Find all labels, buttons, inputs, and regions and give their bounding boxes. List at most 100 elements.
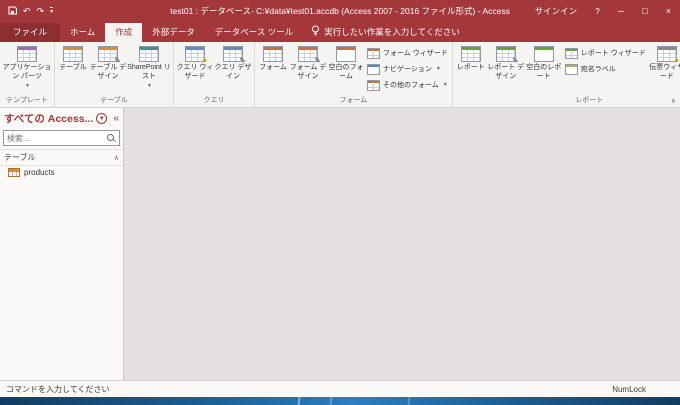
form-icon: [263, 46, 283, 62]
dropdown-icon: ▼: [435, 66, 441, 72]
search-input[interactable]: [7, 133, 106, 143]
button-label: レポート: [456, 64, 485, 71]
form-wizard-button[interactable]: フォーム ウィザード: [365, 46, 450, 60]
report-wizard-button[interactable]: レポート ウィザード: [563, 46, 648, 60]
button-label: 空白のレポート: [526, 64, 562, 80]
blank-form-button[interactable]: 空白のフォーム: [327, 43, 365, 94]
tab-external-data[interactable]: 外部データ: [142, 23, 205, 42]
ribbon-group-forms: フォーム ✎ フォーム デザイン 空白のフォーム フォーム ウィザード ナビゲー…: [255, 42, 453, 107]
ribbon-group-queries: ✦ クエリ ウィザード ✎ クエリ デザイン クエリ: [174, 42, 255, 107]
report-icon: [460, 46, 481, 62]
report-wizard-icon: [564, 47, 578, 59]
tab-create[interactable]: 作成: [105, 23, 143, 42]
maximize-button[interactable]: □: [633, 0, 656, 22]
sharepoint-lists-button[interactable]: SharePoint リスト ▼: [127, 43, 171, 94]
group-label: クエリ: [203, 97, 225, 104]
wizard-icon: ✦: [202, 58, 208, 65]
lightbulb-icon: [311, 25, 320, 38]
wallpaper-beam: [329, 397, 333, 405]
application-parts-button[interactable]: アプリケーション パーツ ▼: [2, 43, 52, 94]
tab-home[interactable]: ホーム: [60, 23, 105, 42]
table-design-button[interactable]: ✎ テーブル デザイン: [89, 43, 127, 94]
group-label: フォーム: [339, 97, 368, 104]
quick-access-toolbar: ↶ ↷ ▾: [0, 6, 61, 17]
sharepoint-lists-icon: [139, 46, 159, 62]
more-forms-icon: [367, 79, 380, 91]
report-design-icon: ✎: [495, 46, 519, 65]
form-design-button[interactable]: ✎ フォーム デザイン: [289, 43, 327, 94]
table-object-icon: [8, 168, 20, 177]
labels-icon: [564, 63, 578, 75]
pencil-icon: ✎: [114, 56, 121, 65]
tell-me-label: 実行したい作業を入力してください: [324, 26, 460, 37]
nav-section-tables[interactable]: テーブル ∧: [0, 149, 123, 166]
query-design-button[interactable]: ✎ クエリ デザイン: [214, 43, 252, 94]
invoice-wizard-button[interactable]: ✦ 伝票ウィザード: [648, 43, 680, 94]
minimize-button[interactable]: ─: [609, 0, 633, 22]
dropdown-icon: ▼: [147, 82, 152, 89]
report-design-button[interactable]: ✎ レポート デザイン: [487, 43, 525, 94]
button-label: 伝票ウィザード: [649, 64, 680, 80]
help-button[interactable]: ?: [586, 0, 609, 22]
close-button[interactable]: ×: [657, 0, 680, 22]
table-design-icon: ✎: [98, 46, 121, 65]
tell-me-box[interactable]: 実行したい作業を入力してください: [303, 22, 468, 42]
form-button[interactable]: フォーム: [257, 43, 289, 94]
form-design-icon: ✎: [298, 46, 321, 65]
pencil-icon: ✎: [239, 56, 246, 65]
button-label: ナビゲーション: [383, 66, 432, 73]
save-icon[interactable]: [8, 6, 17, 17]
blank-report-icon: [533, 46, 554, 62]
main-area: すべての Access... ▼ « テーブル ∧ products: [0, 108, 680, 380]
undo-icon[interactable]: ↶: [23, 6, 31, 17]
wallpaper-beam: [297, 397, 301, 405]
blank-form-icon: [336, 46, 356, 62]
report-button[interactable]: レポート: [455, 43, 487, 94]
group-label: レポート: [575, 97, 604, 104]
button-label: レポート デザイン: [487, 64, 525, 80]
query-wizard-icon: ✦: [185, 46, 208, 65]
tab-database-tools[interactable]: データベース ツール: [205, 23, 303, 42]
ribbon-tab-row: ファイル ホーム 作成 外部データ データベース ツール 実行したい作業を入力し…: [0, 22, 680, 42]
button-label: アプリケーション パーツ: [2, 64, 52, 80]
button-label: 宛名ラベル: [580, 66, 616, 73]
shutter-bar-close-icon[interactable]: «: [113, 113, 119, 124]
dropdown-icon: ▼: [25, 82, 30, 89]
nav-pane-title-label: すべての Access...: [4, 113, 94, 125]
nav-pane-menu-icon[interactable]: ▼: [96, 113, 108, 124]
table-icon: [63, 46, 83, 62]
wizard-icon: ✦: [673, 58, 680, 65]
titlebar: ↶ ↷ ▾ test01 : データベース- C:¥data¥test01.ac…: [0, 0, 680, 22]
button-label: テーブル デザイン: [89, 64, 127, 80]
search-icon[interactable]: [106, 133, 116, 143]
button-label: フォーム: [259, 64, 287, 71]
redo-icon[interactable]: ↷: [37, 6, 45, 17]
form-wizard-icon: [367, 47, 380, 59]
navigation-button[interactable]: ナビゲーション ▼: [365, 62, 450, 76]
table-button[interactable]: テーブル: [57, 43, 89, 94]
labels-button[interactable]: 宛名ラベル: [563, 62, 648, 76]
application-parts-icon: [17, 46, 37, 62]
more-forms-button[interactable]: その他のフォーム ▼: [365, 78, 450, 92]
button-label: その他のフォーム: [383, 82, 439, 89]
blank-report-button[interactable]: 空白のレポート: [525, 43, 563, 94]
nav-pane-title[interactable]: すべての Access... ▼ «: [0, 108, 123, 129]
titlebar-controls: サインイン ? ─ □ ×: [526, 0, 680, 22]
nav-item-products[interactable]: products: [0, 166, 123, 179]
sign-in-button[interactable]: サインイン: [526, 0, 587, 22]
button-label: フォーム デザイン: [289, 64, 327, 80]
pencil-icon: ✎: [512, 56, 519, 65]
section-label: テーブル: [4, 153, 36, 162]
tab-file[interactable]: ファイル: [0, 23, 61, 42]
status-message: コマンドを入力してください: [6, 384, 110, 394]
status-bar: コマンドを入力してください NumLock: [0, 380, 680, 397]
query-wizard-button[interactable]: ✦ クエリ ウィザード: [176, 43, 214, 94]
chevron-up-icon: ∧: [113, 154, 119, 162]
button-label: クエリ ウィザード: [176, 64, 214, 80]
ribbon: アプリケーション パーツ ▼ テンプレート テーブル ✎ テーブル デザイン S…: [0, 42, 680, 108]
navigation-pane: すべての Access... ▼ « テーブル ∧ products: [0, 108, 124, 380]
button-label: クエリ デザイン: [214, 64, 252, 80]
collapse-ribbon-icon[interactable]: ∧: [671, 97, 676, 105]
group-label: テンプレート: [6, 97, 48, 104]
customize-qat-icon[interactable]: ▾: [50, 7, 54, 15]
